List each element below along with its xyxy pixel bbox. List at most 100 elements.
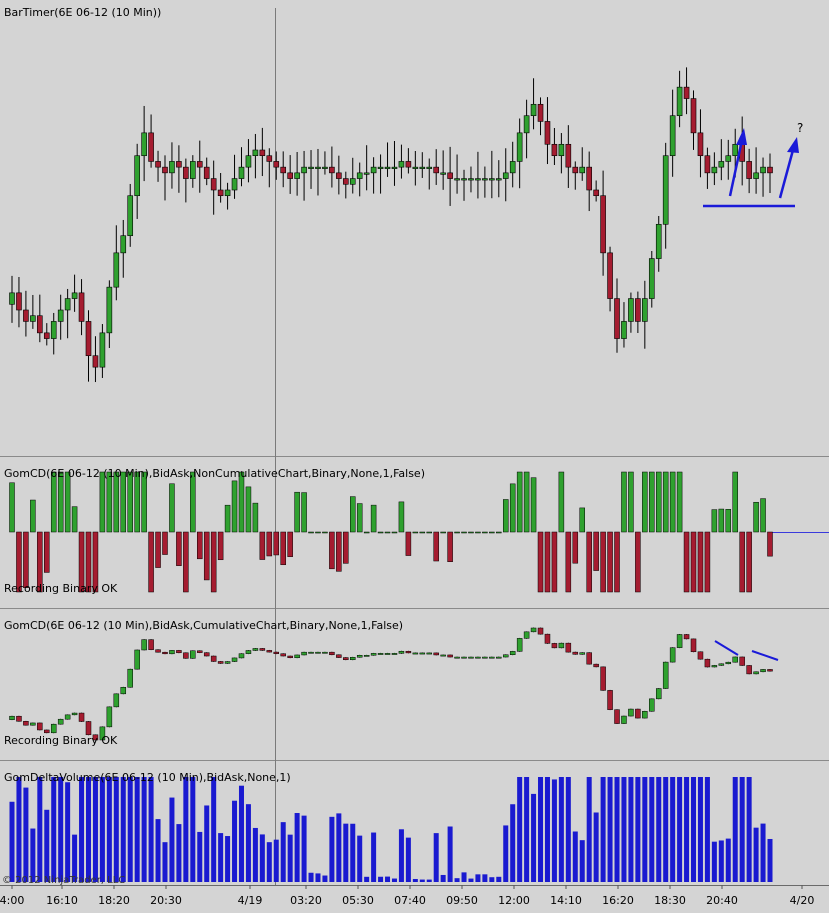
price-candle <box>16 292 22 311</box>
price-candle <box>141 132 147 157</box>
price-candle <box>301 166 307 174</box>
price-candle <box>210 178 217 191</box>
cd-delta-bar <box>565 531 572 593</box>
price-candle <box>280 166 287 174</box>
cd-delta-bar <box>57 471 64 533</box>
delta-volume-bar <box>538 777 544 882</box>
cd-cumulative-candle <box>614 709 620 724</box>
price-candle <box>593 189 599 197</box>
cd-cumulative-candle <box>718 663 725 666</box>
price-candle <box>482 178 488 181</box>
cd-delta-bar <box>767 531 773 557</box>
cd-cumulative-candle <box>635 708 641 719</box>
cd-delta-bar <box>134 471 140 533</box>
cd-noncumulative-panel-title: GomCD(6E 06-12 (10 Min),BidAsk,NonCumula… <box>4 467 425 480</box>
delta-volume-bar <box>232 800 238 882</box>
cd-cumulative-candle <box>579 652 585 655</box>
cd-cumulative-candle <box>273 651 280 654</box>
cd-delta-bar <box>398 501 405 533</box>
cd-cumulative-candle <box>760 669 766 673</box>
price-candle <box>273 161 280 168</box>
price-candle <box>391 166 398 169</box>
delta-volume-bar <box>378 876 384 882</box>
x-axis-tick-label: 20:40 <box>706 894 738 907</box>
cd-cumulative-candle <box>363 655 370 657</box>
price-candle <box>586 166 592 191</box>
delta-volume-bar <box>565 777 571 882</box>
cd-cumulative-candle <box>725 661 732 665</box>
price-candle <box>113 252 120 288</box>
cd-cumulative-candle <box>252 648 259 651</box>
delta-volume-bar <box>162 842 168 882</box>
x-axis-tick-label: 12:00 <box>498 894 530 907</box>
price-candle <box>433 166 440 174</box>
price-candle <box>544 121 551 145</box>
delta-volume-bar <box>579 840 585 882</box>
cd-delta-bar <box>579 507 585 533</box>
cd-delta-bar <box>64 471 71 533</box>
chart-window[interactable]: 4:00 16:10 18:20 20:30 4/19 03:20 05:30 07:40 09… <box>0 0 829 913</box>
cd-cumulative-candle <box>370 653 377 656</box>
price-candle <box>64 298 71 311</box>
cd-cumulative-candle <box>586 652 592 665</box>
cd-delta-bar <box>454 531 460 534</box>
cd-cumulative-candle <box>57 718 64 725</box>
price-candle <box>23 309 29 322</box>
cd-cumulative-candle <box>71 712 78 716</box>
price-candle <box>565 143 572 168</box>
cd-delta-bar <box>336 531 342 572</box>
x-axis-tick-label: 4/19 <box>238 894 263 907</box>
recording-status-text: Recording Binary OK <box>4 734 118 747</box>
cd-delta-bar <box>183 531 189 593</box>
cd-cumulative-candle <box>356 655 363 658</box>
cd-delta-bar <box>287 531 293 557</box>
delta-volume-bar <box>30 828 36 882</box>
delta-volume-bar <box>308 872 314 882</box>
copyright-text: © 2012 NinjaTrader, LLC <box>2 875 126 886</box>
cd-cumulative-candle <box>753 671 759 675</box>
cd-delta-bar <box>217 531 224 561</box>
price-candle <box>405 161 412 168</box>
price-candle <box>92 355 99 368</box>
price-candle <box>252 149 259 157</box>
cd-delta-bar <box>356 503 363 533</box>
price-candle <box>697 132 704 157</box>
cd-cumulative-candle <box>349 657 356 661</box>
price-candle <box>655 223 662 259</box>
cd-delta-bar <box>461 531 467 534</box>
cd-delta-bar <box>586 531 592 593</box>
price-candle <box>30 315 36 322</box>
delta-volume-bar <box>600 777 606 882</box>
cd-delta-bar <box>732 471 738 533</box>
cd-cumulative-candle <box>628 708 634 717</box>
cd-cumulative-candle <box>516 638 523 652</box>
cd-delta-bar <box>190 471 196 533</box>
delta-volume-bar <box>426 879 432 882</box>
cd-cumulative-candle <box>224 661 231 664</box>
price-candle <box>530 103 537 117</box>
delta-volume-bar <box>343 823 349 882</box>
cd-cumulative-candle <box>697 651 704 660</box>
delta-volume-bar <box>684 777 690 882</box>
delta-volume-bar <box>364 876 370 882</box>
cd-delta-bar <box>649 471 655 533</box>
cd-cumulative-candle <box>176 650 182 654</box>
cd-delta-bar <box>9 482 15 533</box>
delta-volume-bar <box>9 801 15 882</box>
cd-delta-bar <box>683 531 690 593</box>
chart-background <box>0 0 829 885</box>
price-candle <box>509 161 516 174</box>
cd-cumulative-candle <box>690 638 697 653</box>
cd-cumulative-candle <box>440 654 446 657</box>
delta-volume-bar <box>593 812 599 882</box>
delta-volume-bar <box>718 840 724 882</box>
price-candle <box>579 166 586 174</box>
price-candle <box>203 166 210 179</box>
delta-volume-bar <box>190 777 196 882</box>
price-candle <box>690 98 697 134</box>
delta-volume-bar <box>197 831 203 882</box>
cd-delta-bar <box>669 471 676 533</box>
delta-volume-bar <box>273 839 279 882</box>
delta-volume-bar <box>524 777 530 882</box>
delta-volume-bar <box>218 833 224 882</box>
